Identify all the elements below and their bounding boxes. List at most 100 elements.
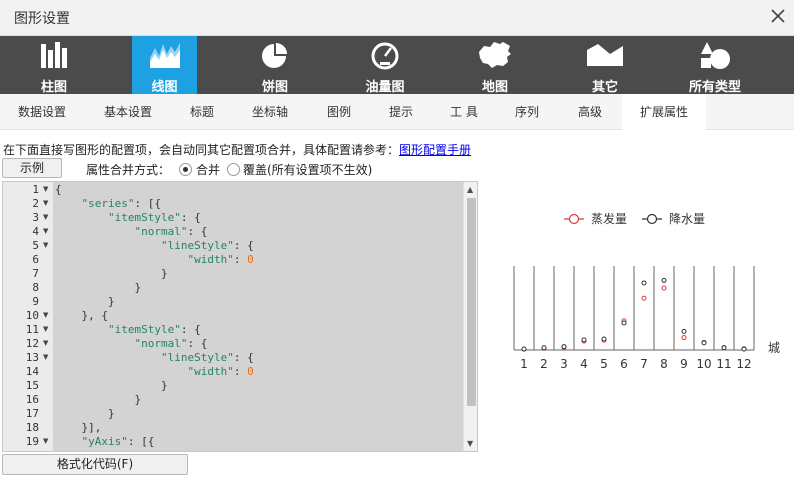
code-line: "yAxis": [{ bbox=[81, 435, 155, 448]
data-point bbox=[641, 295, 647, 301]
legend-marker bbox=[646, 213, 658, 225]
line-number: 6 bbox=[32, 253, 39, 266]
code-line: } bbox=[55, 393, 142, 406]
tab-tooltip[interactable]: 提示 bbox=[370, 94, 432, 130]
code-line: "width": 0 bbox=[187, 365, 254, 378]
editor-scrollbar[interactable]: ▲ ▼ bbox=[463, 182, 477, 451]
line-number: 3 bbox=[32, 211, 39, 224]
bar-chart-icon bbox=[41, 42, 67, 68]
scroll-down-icon[interactable]: ▼ bbox=[467, 439, 473, 448]
chart-type-gauge-button[interactable]: 油量图 bbox=[335, 36, 435, 95]
code-line: "normal": { bbox=[134, 225, 208, 238]
tab-series[interactable]: 序列 bbox=[496, 94, 558, 130]
chart-type-label: 其它 bbox=[591, 80, 618, 95]
chart-type-map-button[interactable]: 地图 bbox=[445, 36, 545, 95]
fold-toggle-icon[interactable]: ▼ bbox=[43, 339, 48, 347]
data-point bbox=[541, 345, 547, 351]
chart-type-pie-button[interactable]: 饼图 bbox=[225, 36, 325, 95]
line-number: 4 bbox=[32, 225, 39, 238]
data-point bbox=[641, 280, 647, 286]
line-number: 8 bbox=[32, 281, 39, 294]
code-line: "itemStyle": { bbox=[107, 211, 201, 224]
data-point bbox=[581, 337, 587, 343]
fold-toggle-icon[interactable]: ▼ bbox=[43, 325, 48, 333]
line-number: 19 bbox=[25, 435, 39, 448]
data-point bbox=[681, 328, 687, 334]
line-number: 13 bbox=[25, 351, 39, 364]
data-point bbox=[561, 344, 567, 350]
code-line: "width": 0 bbox=[187, 253, 254, 266]
dialog-title-bar: 图形设置 bbox=[0, 0, 794, 36]
chart-type-bar-button[interactable]: 柱图 bbox=[0, 36, 108, 95]
line-chart-icon bbox=[149, 43, 180, 68]
fold-toggle-icon[interactable]: ▼ bbox=[43, 241, 48, 249]
line-number: 7 bbox=[32, 267, 39, 280]
x-tick-label: 11 bbox=[716, 357, 731, 371]
chart-type-other-button[interactable]: 其它 bbox=[555, 36, 655, 95]
merge-mode-label: 属性合并方式： bbox=[86, 163, 171, 177]
chart-type-label: 油量图 bbox=[365, 80, 405, 95]
data-point bbox=[601, 336, 607, 342]
close-icon[interactable] bbox=[768, 6, 788, 26]
line-number: 1 bbox=[32, 183, 39, 196]
x-tick-label: 2 bbox=[540, 357, 548, 371]
fold-toggle-icon[interactable]: ▼ bbox=[43, 311, 48, 319]
fold-toggle-icon[interactable]: ▼ bbox=[43, 437, 48, 445]
data-point bbox=[701, 340, 707, 346]
chart-type-label: 地图 bbox=[481, 80, 508, 95]
gauge-icon bbox=[371, 42, 399, 70]
fold-toggle-icon[interactable]: ▼ bbox=[43, 353, 48, 361]
tab-advanced[interactable]: 高级 bbox=[558, 94, 622, 130]
code-line: } bbox=[55, 379, 168, 392]
override-radio-label: 覆盖(所有设置项不生效) bbox=[243, 163, 373, 177]
line-number: 18 bbox=[25, 421, 39, 434]
code-line: "itemStyle": { bbox=[107, 323, 201, 336]
chart-type-all-button[interactable]: 所有类型 bbox=[665, 36, 765, 95]
data-point bbox=[681, 335, 687, 341]
tab-title[interactable]: 标题 bbox=[172, 94, 232, 130]
code-line: "lineStyle": { bbox=[160, 239, 254, 252]
legend-label: 蒸发量 bbox=[591, 211, 627, 226]
code-line: "normal": { bbox=[134, 337, 208, 350]
format-code-button[interactable]: 格式化代码(F) bbox=[2, 454, 188, 475]
line-number: 17 bbox=[25, 407, 39, 420]
tab-extended-properties[interactable]: 扩展属性 bbox=[622, 94, 706, 130]
fold-toggle-icon[interactable]: ▼ bbox=[43, 199, 48, 207]
chart-type-label: 柱图 bbox=[40, 80, 67, 95]
code-line: "series": [{ bbox=[81, 197, 161, 210]
fold-toggle-icon[interactable]: ▼ bbox=[43, 227, 48, 235]
chart-type-label: 线图 bbox=[151, 80, 178, 95]
merge-radio[interactable] bbox=[179, 163, 192, 176]
chart-type-line-button[interactable]: 线图 bbox=[132, 36, 197, 95]
shapes-icon bbox=[701, 42, 730, 69]
config-manual-link[interactable]: 图形配置手册 bbox=[399, 143, 471, 157]
tab-basic-settings[interactable]: 基本设置 bbox=[84, 94, 172, 130]
scrollbar-thumb[interactable] bbox=[467, 198, 476, 406]
tab-axis[interactable]: 坐标轴 bbox=[232, 94, 308, 130]
tab-tools[interactable]: 工 具 bbox=[432, 94, 496, 130]
tab-data-settings[interactable]: 数据设置 bbox=[0, 94, 84, 130]
fold-toggle-icon[interactable]: ▼ bbox=[43, 185, 48, 193]
line-number: 5 bbox=[32, 239, 39, 252]
code-line: }], bbox=[55, 421, 102, 434]
chart-type-label: 饼图 bbox=[261, 80, 288, 95]
fold-toggle-icon[interactable]: ▼ bbox=[43, 213, 48, 221]
override-radio[interactable] bbox=[227, 163, 240, 176]
legend-label: 降水量 bbox=[669, 212, 705, 226]
preview-chart: 蒸发量 降水量1 2 3 4 5 6 7 8 9 10 11 12城 bbox=[513, 211, 780, 371]
x-tick-label: 8 bbox=[660, 357, 668, 371]
chart-type-bar: 柱图 线图 饼图 油量图 地图 其它 所有类型 bbox=[0, 36, 794, 95]
x-tick-label: 5 bbox=[600, 357, 608, 371]
code-editor[interactable]: 1 ▼ {2 ▼ "series": [{3 ▼ "itemStyle": {4 ▼ "n… bbox=[2, 181, 478, 452]
x-tick-label: 3 bbox=[560, 357, 568, 371]
line-number: 9 bbox=[32, 295, 39, 308]
map-icon bbox=[479, 42, 511, 68]
data-point bbox=[721, 345, 727, 351]
merge-radio-label: 合并 bbox=[196, 163, 221, 177]
settings-tab-bar: 数据设置 基本设置 标题 坐标轴 图例 提示 工 具 序列 高级 扩展属性 bbox=[0, 94, 794, 130]
code-line: "lineStyle": { bbox=[160, 351, 254, 364]
example-button[interactable]: 示例 bbox=[2, 158, 62, 178]
line-number: 11 bbox=[25, 323, 39, 336]
tab-legend[interactable]: 图例 bbox=[308, 94, 370, 130]
scroll-up-icon[interactable]: ▲ bbox=[467, 185, 473, 194]
